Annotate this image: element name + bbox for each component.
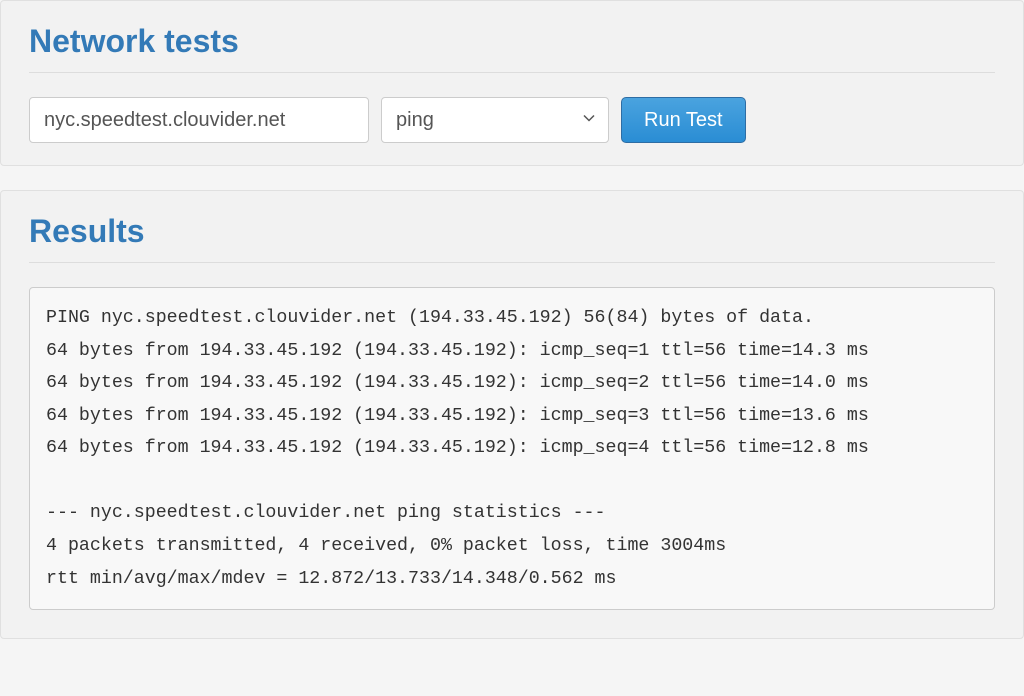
test-type-select-wrap: ping [381, 97, 609, 143]
test-form-row: ping Run Test [29, 97, 995, 143]
network-tests-panel: Network tests ping Run Test [0, 0, 1024, 166]
run-test-button[interactable]: Run Test [621, 97, 746, 143]
network-tests-title: Network tests [29, 23, 995, 60]
results-title: Results [29, 213, 995, 250]
divider [29, 262, 995, 263]
host-input[interactable] [29, 97, 369, 143]
results-panel: Results PING nyc.speedtest.clouvider.net… [0, 190, 1024, 639]
test-type-select[interactable]: ping [381, 97, 609, 143]
results-output: PING nyc.speedtest.clouvider.net (194.33… [29, 287, 995, 610]
divider [29, 72, 995, 73]
